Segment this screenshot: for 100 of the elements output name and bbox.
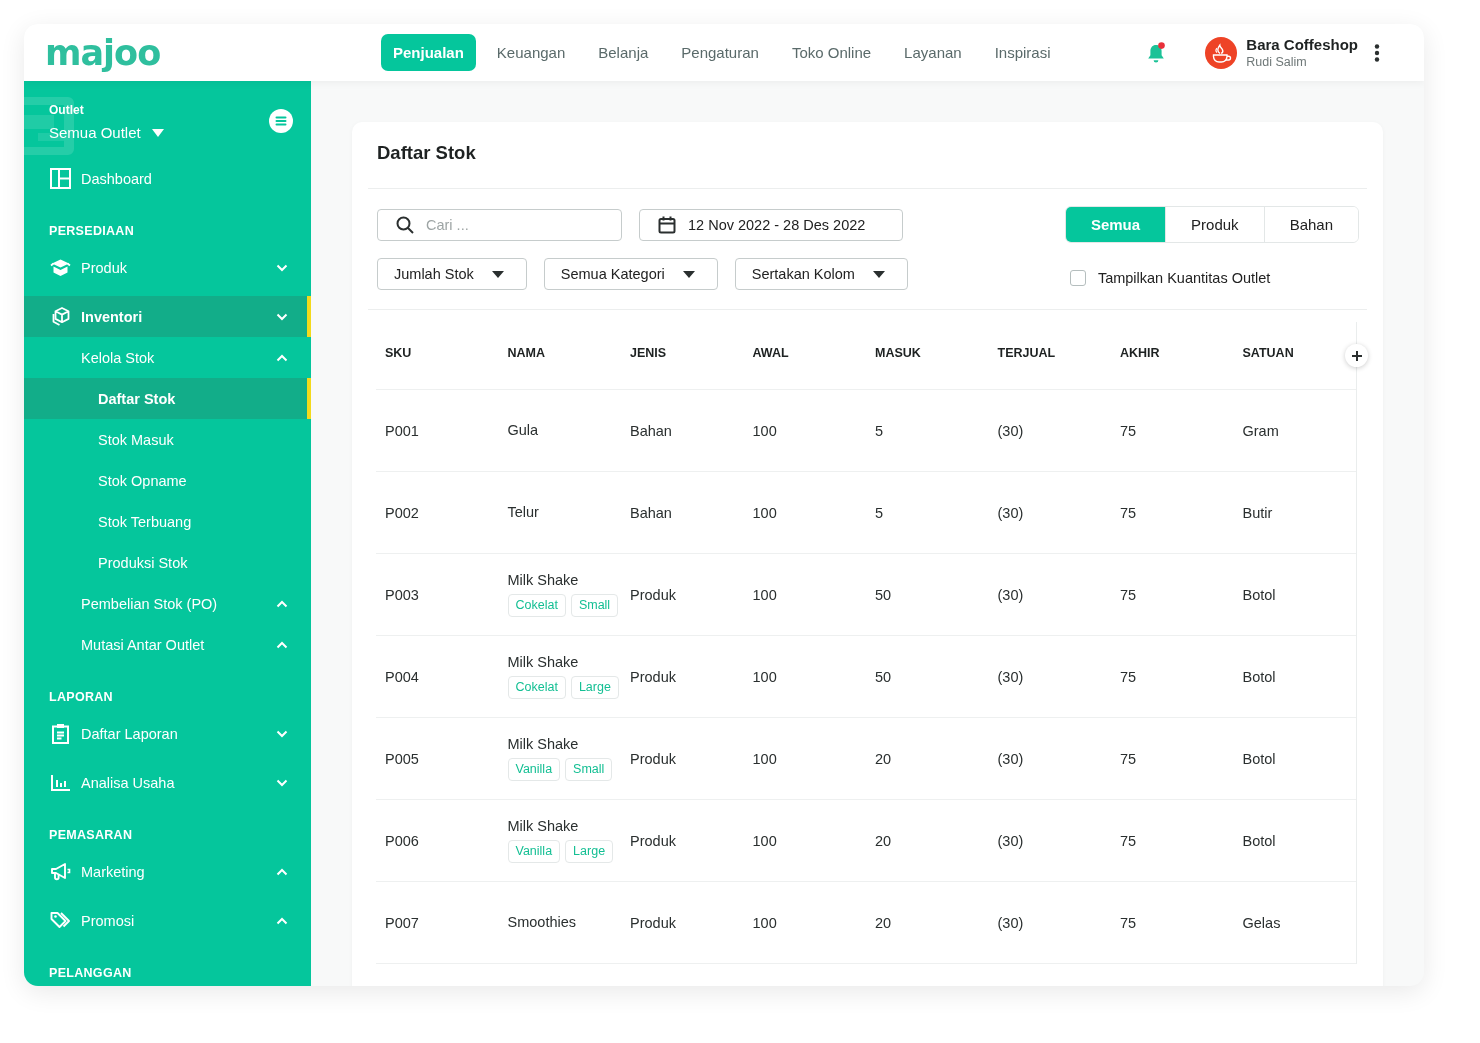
sidebar-item[interactable]: Produksi Stok xyxy=(24,542,311,583)
clipboard-icon xyxy=(50,723,71,744)
box-icon xyxy=(50,257,71,278)
table-cell: 20 xyxy=(875,914,892,931)
table-cell: 5 xyxy=(875,422,884,439)
table-cell: 75 xyxy=(1120,914,1137,931)
sidebar-item[interactable]: Dashboard xyxy=(24,158,311,199)
section-heading: PEMASARAN xyxy=(48,827,134,843)
variant-tag: Large xyxy=(570,676,619,699)
table-cell: 100 xyxy=(752,586,777,603)
nav-tab[interactable]: Penjualan xyxy=(381,34,476,71)
table-cell: P004 xyxy=(385,668,419,685)
table-cell: P007 xyxy=(385,914,419,931)
menu-icon[interactable] xyxy=(269,109,293,133)
sidebar-item[interactable]: Stok Masuk xyxy=(24,419,311,460)
table-cell: 75 xyxy=(1120,586,1137,603)
table-cell: Gram xyxy=(1242,422,1279,439)
table-cell: Botol xyxy=(1242,586,1276,603)
brand-logo[interactable]: majoo xyxy=(45,32,161,73)
table-cell: Bahan xyxy=(630,422,672,439)
search-icon xyxy=(396,215,414,234)
table-cell: (30) xyxy=(997,750,1024,767)
column-header: AWAL xyxy=(752,345,789,360)
sidebar-item[interactable]: Inventori xyxy=(24,296,311,337)
calendar-icon xyxy=(658,215,676,234)
dropdown-button[interactable]: Sertakan Kolom xyxy=(734,258,908,290)
column-header: SKU xyxy=(385,345,412,360)
table-cell: Gelas xyxy=(1242,914,1281,931)
nav-tab[interactable]: Pengaturan xyxy=(669,34,771,71)
table-cell: 100 xyxy=(752,422,777,439)
sidebar-item[interactable]: Daftar Stok xyxy=(24,378,311,419)
table-cell: (30) xyxy=(997,914,1024,931)
nav-tab[interactable]: Belanja xyxy=(586,34,661,71)
product-name: Smoothies xyxy=(507,914,577,931)
table-cell: Produk xyxy=(630,668,676,685)
checkbox-label[interactable]: Tampilkan Kuantitas Outlet xyxy=(1097,270,1271,286)
section-heading: LAPORAN xyxy=(48,689,114,705)
column-header: JENIS xyxy=(630,345,667,360)
variant-tag: Vanilla xyxy=(507,758,561,781)
account-name: Bara Coffeshop xyxy=(1246,35,1358,54)
table-cell: Produk xyxy=(630,750,676,767)
search-field[interactable]: Cari ... xyxy=(377,208,622,241)
date-range-field[interactable]: 12 Nov 2022 - 28 Des 2022 xyxy=(639,208,903,241)
caret-down-icon xyxy=(491,270,504,278)
checkbox[interactable] xyxy=(1069,270,1086,286)
variant-tag: Small xyxy=(570,594,619,617)
sidebar-item[interactable]: Produk xyxy=(24,247,311,288)
sidebar-item[interactable]: Kelola Stok xyxy=(24,337,311,378)
product-name: Gula xyxy=(507,422,540,439)
table-cell: P006 xyxy=(385,832,419,849)
product-name: Milk Shake xyxy=(507,654,580,671)
more-icon[interactable] xyxy=(1374,43,1380,62)
table-cell: Produk xyxy=(630,832,676,849)
bell-icon[interactable] xyxy=(1146,41,1167,64)
table-cell: Produk xyxy=(630,914,676,931)
add-column-button[interactable] xyxy=(1345,344,1368,367)
megaphone-icon xyxy=(50,861,71,882)
nav-tab[interactable]: Inspirasi xyxy=(982,34,1063,71)
table-cell: Produk xyxy=(630,586,676,603)
table-cell: 75 xyxy=(1120,422,1137,439)
sidebar-item[interactable]: Daftar Laporan xyxy=(24,713,311,754)
filter-tab[interactable]: Bahan xyxy=(1263,207,1358,242)
table-cell: P001 xyxy=(385,422,419,439)
table-cell: P005 xyxy=(385,750,419,767)
table-cell: P003 xyxy=(385,586,419,603)
filter-tab[interactable]: Semua xyxy=(1065,207,1166,242)
table-cell: 5 xyxy=(875,504,884,521)
caret-down-icon xyxy=(872,270,885,278)
sidebar-item[interactable]: Promosi xyxy=(24,900,311,941)
column-header: MASUK xyxy=(875,345,921,360)
table-cell: 100 xyxy=(752,832,777,849)
nav-tab[interactable]: Toko Online xyxy=(779,34,884,71)
sidebar-item[interactable]: Stok Terbuang xyxy=(24,501,311,542)
column-header: TERJUAL xyxy=(997,345,1056,360)
table-cell: (30) xyxy=(997,422,1024,439)
sidebar-item[interactable]: Stok Opname xyxy=(24,460,311,501)
sidebar-item[interactable]: Pembelian Stok (PO) xyxy=(24,583,311,624)
sidebar-item[interactable]: Mutasi Antar Outlet xyxy=(24,624,311,665)
table-cell: Butir xyxy=(1242,504,1273,521)
dropdown-button[interactable]: Jumlah Stok xyxy=(377,258,527,290)
nav-tab[interactable]: Layanan xyxy=(892,34,974,71)
dropdown-button[interactable]: Semua Kategori xyxy=(543,258,718,290)
table-cell: Botol xyxy=(1242,832,1276,849)
table-cell: 100 xyxy=(752,750,777,767)
table-cell: 75 xyxy=(1120,504,1137,521)
sidebar-item[interactable]: Marketing xyxy=(24,851,311,892)
product-name: Milk Shake xyxy=(507,572,580,589)
table-cell: P002 xyxy=(385,504,419,521)
variant-tag: Cokelat xyxy=(507,594,566,617)
cube-icon xyxy=(50,306,71,327)
table-cell: (30) xyxy=(997,668,1024,685)
product-name: Milk Shake xyxy=(507,736,580,753)
outlet-selector[interactable]: Semua Outlet xyxy=(49,123,164,143)
bar-chart-icon xyxy=(50,772,71,793)
user-name: Rudi Salim xyxy=(1246,53,1308,70)
table-cell: 100 xyxy=(752,914,777,931)
sidebar-item[interactable]: Analisa Usaha xyxy=(24,762,311,803)
table-cell: Botol xyxy=(1242,750,1276,767)
product-name: Telur xyxy=(507,504,540,521)
nav-tab[interactable]: Keuangan xyxy=(484,34,578,71)
